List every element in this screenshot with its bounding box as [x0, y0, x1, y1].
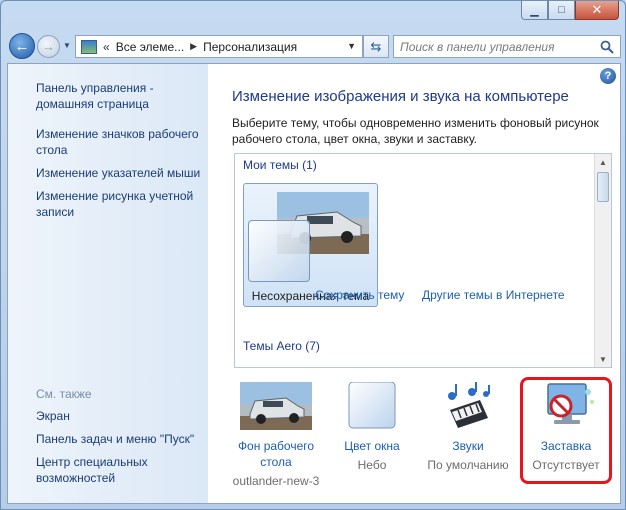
page-title: Изменение изображения и звука на компьют… [232, 88, 569, 105]
sidebar-item-account-picture[interactable]: Изменение рисунка учетной записи [36, 188, 206, 220]
sidebar-item-taskbar[interactable]: Панель задач и меню "Пуск" [36, 431, 206, 447]
scroll-up-icon[interactable]: ▲ [595, 154, 611, 170]
main-panel: ? Изменение изображения и звука на компь… [208, 64, 620, 503]
sidebar: Панель управления - домашняя страница Из… [8, 64, 208, 503]
search-icon[interactable] [598, 38, 616, 56]
refresh-icon: ⇆ [370, 38, 382, 54]
forward-arrow-icon: → [42, 39, 55, 54]
my-themes-heading: Мои темы (1) [243, 158, 317, 172]
back-arrow-icon: ← [14, 37, 30, 55]
themes-list: Мои темы (1) Несохраненная тема Сохранит… [234, 153, 612, 368]
window-color-value: Небо [357, 458, 387, 472]
minimize-button[interactable]: ▁ [521, 1, 548, 20]
aero-themes-heading: Темы Aero (7) [243, 339, 320, 353]
address-bar[interactable]: « Все элеме... ▶ Персонализация ▼ [75, 35, 363, 58]
help-button[interactable]: ? [600, 68, 616, 84]
breadcrumb-separator-icon[interactable]: ▶ [190, 41, 197, 52]
breadcrumb-personalization[interactable]: Персонализация [203, 40, 297, 54]
sidebar-item-mouse-pointers[interactable]: Изменение указателей мыши [36, 165, 206, 181]
sounds-music-icon [448, 382, 490, 428]
wallpaper-photo-icon [240, 382, 312, 430]
maximize-button[interactable]: □ [548, 1, 575, 20]
window-color-swatch-icon [348, 382, 396, 429]
overflow-chevron-icon[interactable]: « [103, 40, 110, 54]
page-description: Выберите тему, чтобы одновременно измени… [232, 116, 599, 146]
search-box [393, 35, 621, 58]
search-input[interactable] [400, 39, 598, 54]
caption-buttons: ▁ □ ✕ [521, 1, 619, 21]
back-button[interactable]: ← [9, 33, 35, 59]
address-dropdown-icon[interactable]: ▼ [347, 41, 356, 51]
sidebar-item-ease-of-access[interactable]: Центр специальных возможностей [36, 454, 206, 486]
forward-button[interactable]: → [37, 35, 60, 58]
more-themes-online-link[interactable]: Другие темы в Интернете [422, 288, 565, 302]
themes-scrollbar[interactable]: ▲ ▼ [594, 154, 611, 367]
refresh-button[interactable]: ⇆ [363, 35, 389, 58]
maximize-icon: □ [558, 4, 565, 16]
screensaver-highlight-frame [520, 377, 612, 484]
window-color-item[interactable]: Цвет окна Небо [324, 382, 420, 472]
close-icon: ✕ [591, 2, 603, 17]
see-also-heading: См. также [36, 387, 92, 401]
sounds-item[interactable]: Звуки По умолчанию [420, 382, 516, 472]
window-frame: ▁ □ ✕ ← → ▼ « Все элеме... ▶ Персонализа… [0, 0, 626, 510]
desktop-background-label[interactable]: Фон рабочего стола [228, 438, 324, 470]
help-icon: ? [604, 70, 612, 82]
save-theme-link[interactable]: Сохранить тему [315, 288, 404, 302]
recent-pages-dropdown[interactable]: ▼ [63, 41, 71, 50]
scroll-down-icon[interactable]: ▼ [595, 351, 611, 367]
desktop-background-value: outlander-new-3 [232, 474, 320, 488]
content-area: Панель управления - домашняя страница Из… [7, 63, 621, 504]
control-panel-icon [81, 39, 97, 54]
window-color-preview [248, 220, 310, 282]
sidebar-item-desktop-icons[interactable]: Изменение значков рабочего стола [36, 126, 206, 158]
close-button[interactable]: ✕ [575, 1, 619, 20]
sidebar-item-display[interactable]: Экран [36, 408, 206, 424]
sounds-value: По умолчанию [427, 458, 509, 472]
sidebar-item-home[interactable]: Панель управления - домашняя страница [36, 80, 206, 112]
desktop-background-item[interactable]: Фон рабочего стола outlander-new-3 [228, 382, 324, 488]
sounds-label[interactable]: Звуки [420, 438, 516, 454]
window-color-label[interactable]: Цвет окна [324, 438, 420, 454]
navigation-bar: ← → ▼ « Все элеме... ▶ Персонализация ▼ … [7, 31, 621, 61]
breadcrumb-all-items[interactable]: Все элеме... [116, 40, 184, 54]
scroll-thumb[interactable] [597, 172, 609, 202]
minimize-icon: ▁ [530, 4, 539, 17]
